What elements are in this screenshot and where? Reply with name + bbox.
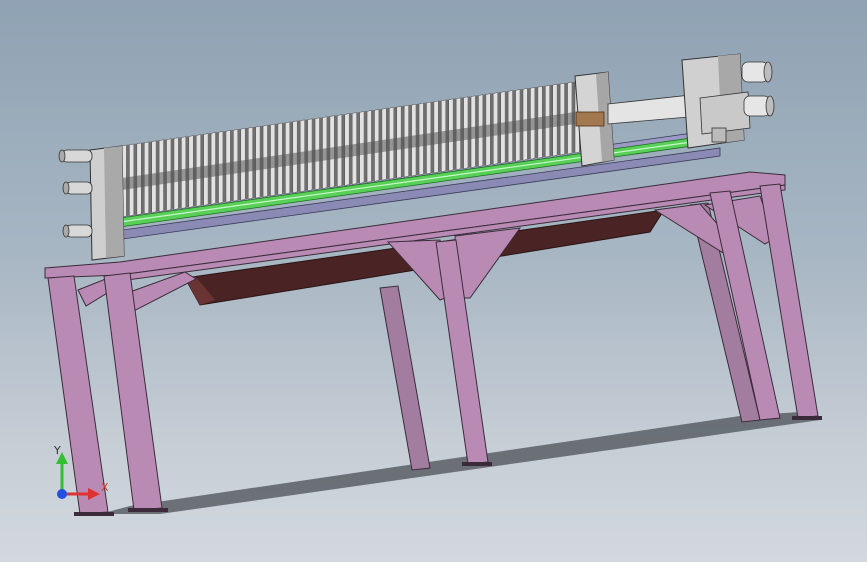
hydraulic-cylinders [741,61,775,117]
z-axis-dot [57,489,67,499]
3d-model-viewport[interactable]: Y X [0,0,867,562]
head-plate [89,145,125,261]
filter-plate-stack [121,80,583,218]
x-axis-label: X [101,481,109,494]
inlet-pipes [58,149,93,238]
ground-shadow [100,412,820,514]
tail-bracket [607,53,751,149]
filter-press-model[interactable]: Y X [0,0,867,562]
y-axis-label: Y [53,444,61,457]
rod-end-bracket [711,127,727,143]
